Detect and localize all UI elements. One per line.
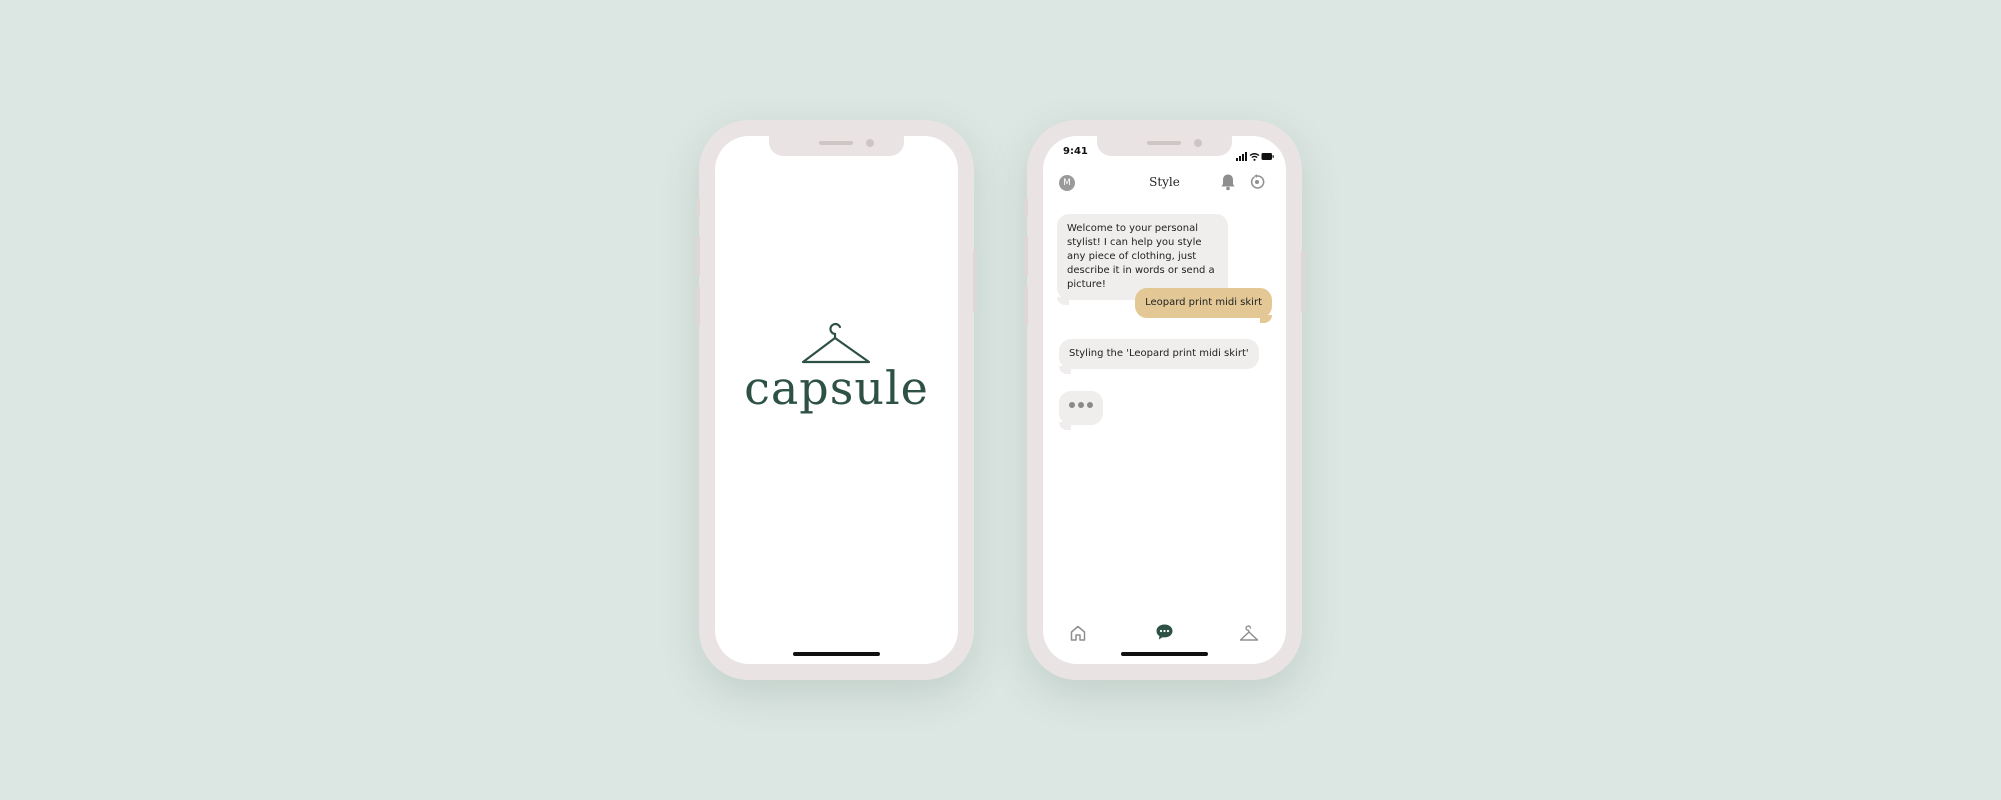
typing-dot bbox=[1078, 402, 1084, 408]
user-message-bubble: Leopard print midi skirt bbox=[1135, 288, 1272, 323]
status-time: 9:41 bbox=[1063, 146, 1088, 157]
splash-screen: capsule bbox=[715, 136, 958, 664]
volume-up-button bbox=[696, 236, 700, 276]
home-icon[interactable] bbox=[1069, 624, 1087, 646]
app-logo-text: capsule bbox=[744, 361, 929, 415]
volume-down-button bbox=[1024, 286, 1028, 326]
home-indicator[interactable] bbox=[1121, 652, 1208, 656]
bot-message-bubble: Styling the 'Leopard print midi skirt' bbox=[1059, 339, 1259, 374]
volume-up-button bbox=[1024, 236, 1028, 276]
typing-indicator bbox=[1059, 391, 1103, 430]
battery-icon bbox=[1261, 153, 1274, 160]
hanger-icon[interactable] bbox=[1239, 625, 1259, 646]
refresh-icon[interactable] bbox=[1249, 174, 1265, 194]
phone-chat: 9:41 M Style Welcome to your personal st… bbox=[1024, 120, 1305, 680]
home-indicator[interactable] bbox=[793, 652, 880, 656]
power-button bbox=[1301, 250, 1305, 312]
power-button bbox=[973, 250, 977, 312]
phone-splash: capsule bbox=[696, 120, 977, 680]
wifi-icon bbox=[1249, 153, 1260, 161]
speaker bbox=[819, 141, 853, 145]
typing-dot bbox=[1087, 402, 1093, 408]
chat-screen: 9:41 M Style Welcome to your personal st… bbox=[1043, 136, 1286, 664]
front-camera bbox=[1194, 139, 1202, 147]
typing-dot bbox=[1069, 402, 1075, 408]
signal-icon bbox=[1236, 152, 1247, 161]
mute-switch bbox=[1024, 198, 1028, 216]
mute-switch bbox=[696, 198, 700, 216]
volume-down-button bbox=[696, 286, 700, 326]
front-camera bbox=[866, 139, 874, 147]
speaker bbox=[1147, 141, 1181, 145]
chat-icon[interactable] bbox=[1155, 623, 1174, 645]
notch bbox=[769, 136, 904, 156]
notch bbox=[1097, 136, 1232, 156]
status-icons bbox=[1236, 146, 1274, 165]
bell-icon[interactable] bbox=[1220, 173, 1236, 195]
